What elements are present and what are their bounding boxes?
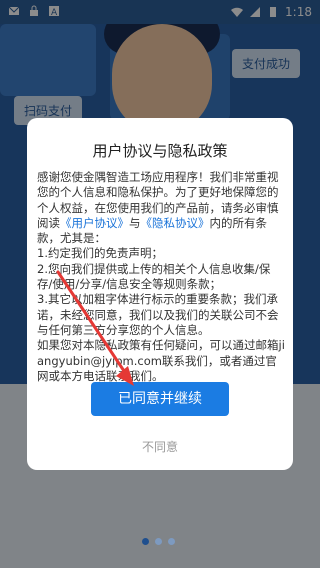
page-indicator: [142, 538, 175, 545]
term-item-3: 3.其它以加粗字体进行标示的重要条款；我们承诺，未经您同意，我们以及我们的关联公…: [37, 292, 279, 337]
body-and: 与: [129, 215, 141, 230]
privacy-policy-link[interactable]: 《隐私协议》: [141, 216, 210, 230]
page-dot: [155, 538, 162, 545]
privacy-dialog: 用户协议与隐私政策 感谢您使金隅智造工场应用程序！我们非常重视您的个人信息和隐私…: [27, 118, 293, 470]
page-dot: [142, 538, 149, 545]
page-dot: [168, 538, 175, 545]
term-item-1: 1.约定我们的免责声明；: [37, 246, 163, 261]
contact-info: 如果您对本隐私政策有任何疑问，可以通过邮箱jiangyubin@jyipm.co…: [37, 338, 285, 383]
disagree-button[interactable]: 不同意: [27, 438, 293, 455]
dialog-body[interactable]: 感谢您使金隅智造工场应用程序！我们非常重视您的个人信息和隐私保护。为了更好地保障…: [37, 170, 285, 388]
term-item-2: 2.您向我们提供或上传的相关个人信息收集/保存/使用/分享/信息安全等规则条款；: [37, 261, 271, 292]
agree-continue-button[interactable]: 已同意并继续: [91, 382, 229, 416]
user-agreement-link[interactable]: 《用户协议》: [60, 216, 129, 230]
dialog-title: 用户协议与隐私政策: [92, 142, 228, 160]
